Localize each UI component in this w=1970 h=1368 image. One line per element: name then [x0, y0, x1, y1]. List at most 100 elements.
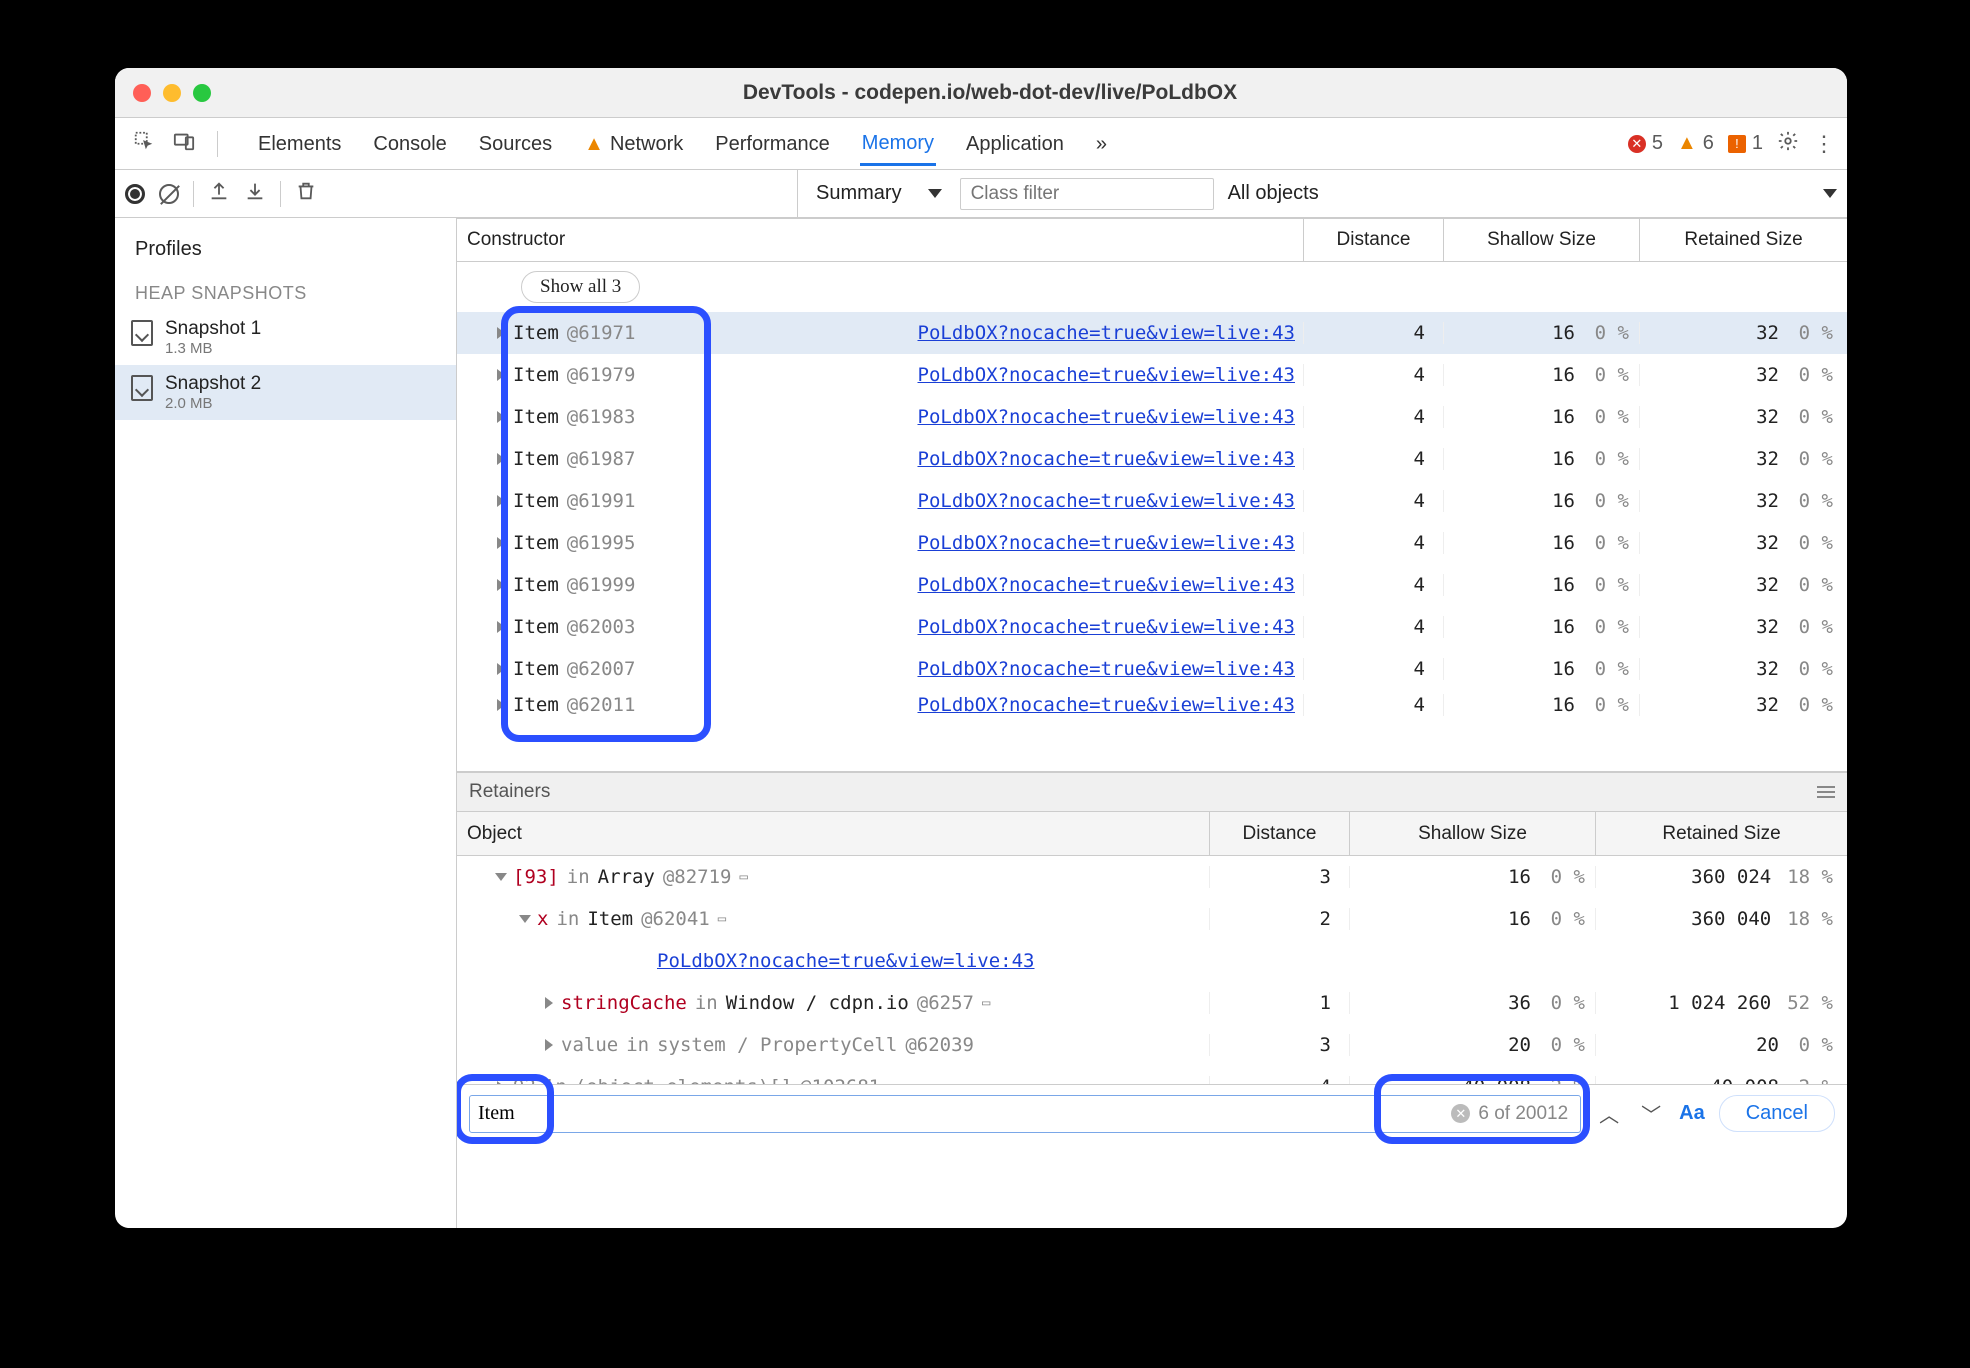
collapse-icon[interactable] — [495, 873, 507, 881]
tab-application[interactable]: Application — [964, 122, 1066, 166]
search-prev-icon[interactable]: ︿ — [1595, 1099, 1623, 1128]
col-distance[interactable]: Distance — [1303, 219, 1443, 261]
show-all-button[interactable]: Show all 3 — [521, 271, 640, 303]
constructor-row[interactable]: Item @61983PoLdbOX?nocache=true&view=liv… — [457, 396, 1847, 438]
cancel-button[interactable]: Cancel — [1719, 1095, 1835, 1132]
search-input-box[interactable]: ✕ 6 of 20012 — [469, 1095, 1581, 1133]
snapshot-1[interactable]: Snapshot 11.3 MB — [115, 310, 456, 365]
retainer-type: Window / cdpn.io — [726, 992, 909, 1014]
dropdown-icon[interactable] — [1823, 189, 1837, 198]
retainer-row[interactable]: x in Item @62041 ▭2160 %360 04018 % — [457, 898, 1847, 940]
retainer-row[interactable]: stringCache in Window / cdpn.io @6257 ▭1… — [457, 982, 1847, 1024]
col-retained-size[interactable]: Retained Size — [1639, 219, 1847, 261]
settings-icon[interactable] — [1777, 130, 1799, 158]
expand-icon[interactable] — [545, 1039, 553, 1051]
constructor-row[interactable]: Item @61995PoLdbOX?nocache=true&view=liv… — [457, 522, 1847, 564]
warning-count[interactable]: ▲6 — [1677, 132, 1714, 155]
trash-icon[interactable] — [295, 180, 317, 208]
upload-icon[interactable] — [208, 180, 230, 208]
source-link[interactable]: PoLdbOX?nocache=true&view=live:43 — [918, 532, 1296, 554]
inspect-element-icon[interactable] — [133, 130, 155, 158]
col-shallow-size[interactable]: Shallow Size — [1443, 219, 1639, 261]
class-filter-input[interactable] — [960, 178, 1214, 210]
retainer-row[interactable]: 93 in (object elements)[] @102681440 008… — [457, 1066, 1847, 1084]
tab-sources[interactable]: Sources — [477, 122, 554, 166]
expand-icon[interactable] — [497, 495, 505, 507]
object-id: @62003 — [567, 616, 636, 638]
cell-retained-value: 32 — [1756, 574, 1779, 596]
expand-icon[interactable] — [497, 453, 505, 465]
constructor-row[interactable]: Item @62007PoLdbOX?nocache=true&view=liv… — [457, 648, 1847, 690]
source-link[interactable]: PoLdbOX?nocache=true&view=live:43 — [918, 616, 1296, 638]
record-button[interactable] — [125, 184, 145, 204]
source-link[interactable]: PoLdbOX?nocache=true&view=live:43 — [918, 658, 1296, 680]
source-link[interactable]: PoLdbOX?nocache=true&view=live:43 — [918, 364, 1296, 386]
cell-shallow-value: 16 — [1552, 658, 1575, 680]
search-next-icon[interactable]: ﹀ — [1637, 1099, 1665, 1128]
retainer-row[interactable]: [93] in Array @82719 ▭3160 %360 02418 % — [457, 856, 1847, 898]
cell-distance: 3 — [1209, 866, 1349, 888]
cell-shallow-pct: 0 % — [1547, 992, 1585, 1014]
retainer-row[interactable]: value in system / PropertyCell @62039320… — [457, 1024, 1847, 1066]
retainers-menu-icon[interactable] — [1817, 786, 1835, 798]
expand-icon[interactable] — [497, 369, 505, 381]
col-shallow-r[interactable]: Shallow Size — [1349, 812, 1595, 855]
expand-icon[interactable] — [497, 579, 505, 591]
summary-dropdown[interactable]: Summary — [812, 182, 946, 205]
constructor-row[interactable]: Item @62003PoLdbOX?nocache=true&view=liv… — [457, 606, 1847, 648]
download-icon[interactable] — [244, 180, 266, 208]
constructor-row[interactable]: Item @61999PoLdbOX?nocache=true&view=liv… — [457, 564, 1847, 606]
expand-icon[interactable] — [545, 997, 553, 1009]
tab-console[interactable]: Console — [371, 122, 448, 166]
search-input[interactable] — [478, 1102, 1451, 1125]
device-toolbar-icon[interactable] — [173, 130, 195, 158]
match-case-toggle[interactable]: Aa — [1679, 1102, 1705, 1125]
cell-retained-pct: 0 % — [1795, 574, 1833, 596]
tab-memory[interactable]: Memory — [860, 122, 936, 166]
constructor-row[interactable]: Item @61971PoLdbOX?nocache=true&view=liv… — [457, 312, 1847, 354]
tab-performance[interactable]: Performance — [713, 122, 832, 166]
error-count[interactable]: ✕5 — [1628, 132, 1663, 155]
col-retained-r[interactable]: Retained Size — [1595, 812, 1847, 855]
expand-icon[interactable] — [497, 327, 505, 339]
source-link[interactable]: PoLdbOX?nocache=true&view=live:43 — [918, 448, 1296, 470]
cell-retained-pct: 0 % — [1795, 490, 1833, 512]
expand-icon[interactable] — [497, 699, 505, 711]
source-link[interactable]: PoLdbOX?nocache=true&view=live:43 — [918, 574, 1296, 596]
source-link[interactable]: PoLdbOX?nocache=true&view=live:43 — [918, 694, 1296, 716]
clear-search-icon[interactable]: ✕ — [1451, 1104, 1470, 1123]
constructor-row[interactable]: Item @61991PoLdbOX?nocache=true&view=liv… — [457, 480, 1847, 522]
snapshot-2[interactable]: Snapshot 22.0 MB — [115, 365, 456, 420]
main-pane: Constructor Distance Shallow Size Retain… — [457, 218, 1847, 1228]
source-link[interactable]: PoLdbOX?nocache=true&view=live:43 — [918, 490, 1296, 512]
tab-elements[interactable]: Elements — [256, 122, 343, 166]
col-distance-r[interactable]: Distance — [1209, 812, 1349, 855]
source-link[interactable]: PoLdbOX?nocache=true&view=live:43 — [657, 950, 1035, 972]
expand-icon[interactable] — [497, 621, 505, 633]
collapse-icon[interactable] — [519, 915, 531, 923]
expand-icon[interactable] — [497, 411, 505, 423]
issue-count[interactable]: !1 — [1728, 132, 1763, 155]
constructor-row[interactable]: Item @62011PoLdbOX?nocache=true&view=liv… — [457, 690, 1847, 720]
profiles-heading: Profiles — [115, 230, 456, 269]
retainer-key: stringCache — [561, 992, 687, 1014]
source-link[interactable]: PoLdbOX?nocache=true&view=live:43 — [918, 322, 1296, 344]
close-window-button[interactable] — [133, 84, 151, 102]
constructor-row[interactable]: Item @61987PoLdbOX?nocache=true&view=liv… — [457, 438, 1847, 480]
retainer-id: @102681 — [800, 1076, 880, 1084]
expand-icon[interactable] — [497, 663, 505, 675]
tabs-overflow[interactable]: » — [1094, 122, 1109, 166]
kebab-menu-icon[interactable]: ⋮ — [1813, 131, 1837, 157]
element-icon: ▭ — [718, 911, 726, 927]
constructor-row[interactable]: Item @61979PoLdbOX?nocache=true&view=liv… — [457, 354, 1847, 396]
tab-network[interactable]: ▲Network — [582, 122, 685, 166]
cell-distance: 4 — [1303, 616, 1443, 638]
all-objects-dropdown[interactable]: All objects — [1228, 182, 1319, 205]
cell-shallow-value: 16 — [1508, 908, 1531, 930]
col-constructor[interactable]: Constructor — [457, 229, 1303, 251]
source-link[interactable]: PoLdbOX?nocache=true&view=live:43 — [918, 406, 1296, 428]
clear-button[interactable] — [159, 184, 179, 204]
col-object[interactable]: Object — [457, 823, 1209, 845]
expand-icon[interactable] — [497, 537, 505, 549]
retainer-id: @82719 — [663, 866, 732, 888]
